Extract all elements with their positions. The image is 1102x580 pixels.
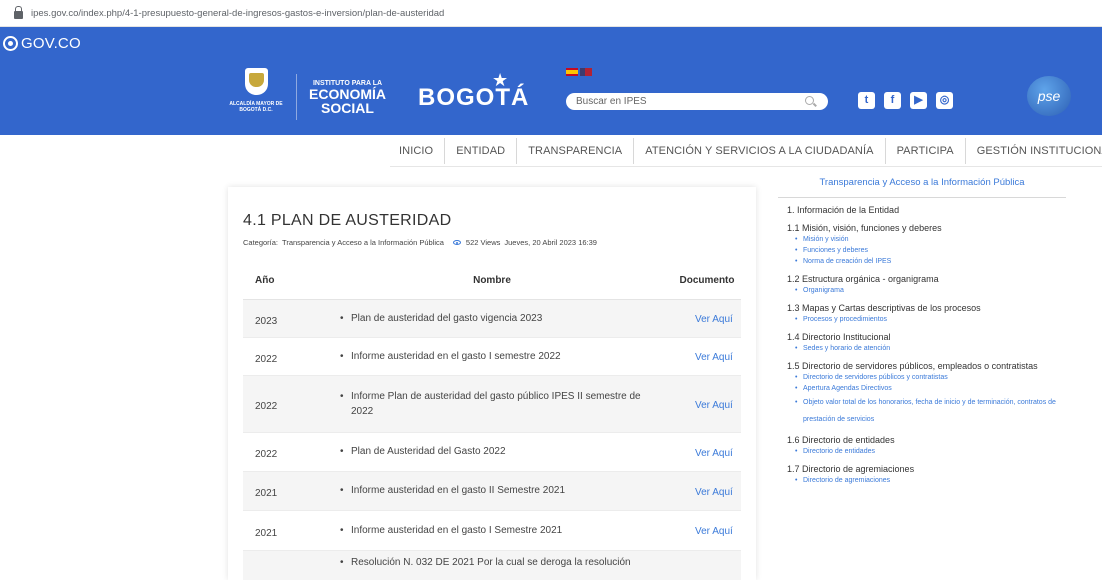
austerity-table: Año Nombre Documento 2023 Plan de auster…	[243, 262, 741, 580]
sidebar-item-1-1[interactable]: 1.1 Misión, visión, funciones y deberes	[787, 222, 1066, 234]
youtube-icon[interactable]: ▶	[910, 92, 927, 109]
facebook-icon[interactable]: f	[884, 92, 901, 109]
twitter-icon[interactable]: t	[858, 92, 875, 109]
sidebar-item-1-4[interactable]: 1.4 Directorio Institucional	[787, 331, 1066, 343]
nav-inicio[interactable]: INICIO	[390, 138, 444, 164]
table-row: Resolución N. 032 DE 2021 Por la cual se…	[243, 550, 741, 580]
row-name: Plan de Austeridad del Gasto 2022	[311, 432, 673, 472]
row-name: Informe austeridad en el gasto I Semestr…	[311, 510, 673, 551]
ipes-logo[interactable]: INSTITUTO PARA LA ECONOMÍA SOCIAL	[305, 80, 390, 115]
row-doc-link[interactable]: Ver Aquí	[673, 299, 741, 338]
sidebar-link[interactable]: Funciones y deberes	[787, 245, 1066, 256]
category-link[interactable]: Transparencia y Acceso a la Información …	[282, 238, 444, 247]
nav-entidad[interactable]: ENTIDAD	[444, 137, 516, 164]
row-year	[243, 550, 311, 580]
sidebar-item-1-2[interactable]: 1.2 Estructura orgánica - organigrama	[787, 273, 1066, 285]
alcaldia-logo[interactable]: ALCALDÍA MAYOR DE BOGOTÁ D.C.	[226, 68, 286, 113]
header-year: Año	[243, 262, 311, 300]
row-name: Plan de austeridad del gasto vigencia 20…	[311, 299, 673, 338]
row-year: 2022	[243, 375, 311, 433]
sidebar-link[interactable]: Directorio de agremiaciones	[787, 475, 1066, 486]
sidebar-title[interactable]: Transparencia y Acceso a la Información …	[778, 172, 1066, 198]
table-row: 2021 Informe austeridad en el gasto II S…	[243, 471, 741, 511]
nav-gestion[interactable]: GESTIÓN INSTITUCIONAL	[964, 137, 1102, 164]
govco-bar: GOV.CO	[0, 27, 1102, 60]
search-icon[interactable]	[805, 96, 814, 105]
row-doc-link[interactable]: Ver Aquí	[673, 375, 741, 433]
sidebar-link[interactable]: Misión y visión	[787, 234, 1066, 245]
sidebar-link[interactable]: Directorio de servidores públicos y cont…	[787, 372, 1066, 383]
url-text[interactable]: ipes.gov.co/index.php/4-1-presupuesto-ge…	[31, 8, 444, 19]
sidebar-item-1-7[interactable]: 1.7 Directorio de agremiaciones	[787, 463, 1066, 475]
row-doc-link[interactable]	[673, 550, 741, 580]
row-year: 2021	[243, 510, 311, 551]
sidebar-link[interactable]: Apertura Agendas Directivos	[787, 383, 1066, 394]
row-year: 2022	[243, 432, 311, 472]
nav-transparencia[interactable]: TRANSPARENCIA	[516, 137, 633, 164]
row-name: Informe Plan de austeridad del gasto púb…	[311, 375, 673, 433]
row-doc-link[interactable]: Ver Aquí	[673, 471, 741, 511]
browser-address-bar[interactable]: ipes.gov.co/index.php/4-1-presupuesto-ge…	[0, 0, 1102, 27]
alcaldia-text: ALCALDÍA MAYOR DE BOGOTÁ D.C.	[229, 101, 283, 113]
row-year: 2021	[243, 471, 311, 511]
article-meta: Categoría: Transparencia y Acceso a la I…	[243, 238, 601, 247]
nav-atencion[interactable]: ATENCIÓN Y SERVICIOS A LA CIUDADANÍA	[633, 137, 884, 164]
page-title: 4.1 PLAN DE AUSTERIDAD	[243, 212, 452, 229]
search-input[interactable]	[566, 93, 828, 110]
header-document: Documento	[673, 262, 741, 300]
row-year: 2023	[243, 299, 311, 338]
eye-icon	[452, 240, 461, 245]
sidebar-item-1-6[interactable]: 1.6 Directorio de entidades	[787, 434, 1066, 446]
table-header-row: Año Nombre Documento	[243, 262, 741, 300]
row-name: Resolución N. 032 DE 2021 Por la cual se…	[311, 550, 673, 580]
header-divider	[296, 74, 297, 120]
row-doc-link[interactable]: Ver Aquí	[673, 337, 741, 376]
sidebar-link[interactable]: Organigrama	[787, 285, 1066, 296]
pse-button[interactable]: pse	[1027, 76, 1071, 116]
bogota-logo[interactable]: BOGOTÁ	[418, 84, 529, 112]
table-row: 2023 Plan de austeridad del gasto vigenc…	[243, 299, 741, 338]
spanish-flag-icon[interactable]	[566, 68, 578, 76]
sidebar-link[interactable]: Norma de creación del IPES	[787, 256, 1066, 267]
table-row: 2021 Informe austeridad en el gasto I Se…	[243, 510, 741, 551]
row-year: 2022	[243, 337, 311, 376]
sidebar-link[interactable]: Procesos y procedimientos	[787, 314, 1066, 325]
sidebar-item-1-5[interactable]: 1.5 Directorio de servidores públicos, e…	[787, 360, 1066, 372]
sidebar-item-1-3[interactable]: 1.3 Mapas y Cartas descriptivas de los p…	[787, 302, 1066, 314]
article-panel: 4.1 PLAN DE AUSTERIDAD Categoría: Transp…	[228, 187, 756, 580]
header-name: Nombre	[311, 262, 673, 300]
govco-logo-icon[interactable]	[3, 36, 18, 51]
category-label: Categoría:	[243, 238, 279, 247]
main-nav: INICIO ENTIDAD TRANSPARENCIA ATENCIÓN Y …	[390, 135, 1102, 167]
row-name: Informe austeridad en el gasto II Semest…	[311, 471, 673, 511]
english-flag-icon[interactable]	[580, 68, 592, 76]
logo-line-2: ECONOMÍA	[309, 86, 386, 102]
sidebar-link[interactable]: Objeto valor total de los honorarios, fe…	[787, 394, 1066, 428]
table-row: 2022 Informe Plan de austeridad del gast…	[243, 375, 741, 433]
row-name: Informe austeridad en el gasto I semestr…	[311, 337, 673, 376]
table-row: 2022 Plan de Austeridad del Gasto 2022 V…	[243, 432, 741, 472]
govco-label[interactable]: GOV.CO	[21, 35, 81, 52]
coat-of-arms-icon	[244, 68, 268, 95]
sidebar-list: 1. Información de la Entidad 1.1 Misión,…	[778, 204, 1066, 486]
sidebar-link[interactable]: Sedes y horario de atención	[787, 343, 1066, 354]
language-selector[interactable]	[566, 68, 592, 76]
table-row: 2022 Informe austeridad en el gasto I se…	[243, 337, 741, 376]
row-doc-link[interactable]: Ver Aquí	[673, 510, 741, 551]
row-doc-link[interactable]: Ver Aquí	[673, 432, 741, 472]
site-header: ALCALDÍA MAYOR DE BOGOTÁ D.C. INSTITUTO …	[0, 60, 1102, 135]
publish-date: Jueves, 20 Abril 2023 16:39	[504, 238, 597, 247]
sidebar-item-1[interactable]: 1. Información de la Entidad	[787, 204, 1066, 216]
views-count: 522 Views	[465, 238, 501, 247]
logo-line-3: SOCIAL	[321, 100, 374, 116]
star-icon: ★	[492, 70, 509, 90]
transparency-sidebar: Transparencia y Acceso a la Información …	[778, 172, 1066, 580]
lock-icon	[14, 5, 23, 19]
nav-participa[interactable]: PARTICIPA	[884, 137, 965, 164]
instagram-icon[interactable]: ◎	[936, 92, 953, 109]
sidebar-link[interactable]: Directorio de entidades	[787, 446, 1066, 457]
